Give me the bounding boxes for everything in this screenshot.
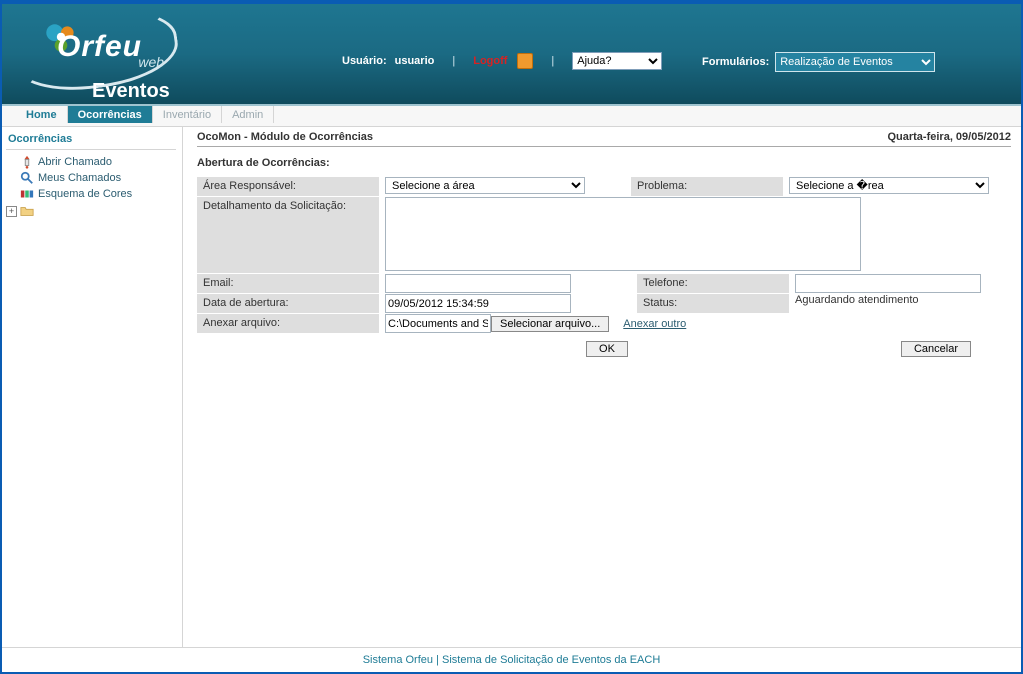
area-select[interactable]: Selecione a área	[385, 177, 585, 194]
sidebar-item-label: Meus Chamados	[38, 172, 121, 184]
help-select[interactable]: Ajuda?	[572, 52, 662, 70]
logo-main-text: Orfeu	[57, 30, 142, 63]
sidebar-item-esquema-cores[interactable]: Esquema de Cores	[6, 186, 176, 202]
footer-left: Sistema Orfeu	[363, 654, 433, 666]
sidebar-item-meus-chamados[interactable]: Meus Chamados	[6, 170, 176, 186]
search-icon	[20, 171, 34, 185]
module-title: OcoMon - Módulo de Ocorrências	[197, 131, 373, 143]
data-abertura-input[interactable]	[385, 294, 571, 313]
footer-right: Sistema de Solicitação de Eventos da EAC…	[442, 654, 660, 666]
page-date: Quarta-feira, 09/05/2012	[887, 131, 1011, 143]
folder-icon	[20, 204, 34, 218]
plus-icon: +	[6, 206, 17, 217]
ok-button[interactable]: OK	[586, 341, 628, 357]
label-anexar: Anexar arquivo:	[197, 314, 379, 333]
palette-icon	[20, 187, 34, 201]
detalhamento-textarea[interactable]	[385, 197, 861, 271]
user-value: usuario	[395, 55, 435, 67]
label-detalhamento: Detalhamento da Solicitação:	[197, 197, 379, 273]
sidebar-folder-toggle[interactable]: +	[6, 202, 176, 218]
footer: Sistema Orfeu | Sistema de Solicitação d…	[2, 647, 1021, 672]
tab-home[interactable]: Home	[16, 106, 68, 123]
sidebar-item-abrir-chamado[interactable]: Abrir Chamado	[6, 154, 176, 170]
label-email: Email:	[197, 274, 379, 293]
tab-inventario[interactable]: Inventário	[153, 106, 222, 123]
sidebar-item-label: Esquema de Cores	[38, 188, 132, 200]
status-value: Aguardando atendimento	[795, 294, 919, 306]
label-data-abertura: Data de abertura:	[197, 294, 379, 313]
telefone-input[interactable]	[795, 274, 981, 293]
sidebar-item-label: Abrir Chamado	[38, 156, 112, 168]
formularios-select[interactable]: Realização de Eventos	[775, 52, 935, 72]
user-label: Usuário:	[342, 55, 387, 67]
ticket-icon	[20, 155, 34, 169]
label-problema: Problema:	[631, 177, 783, 196]
section-title: Abertura de Ocorrências:	[197, 157, 1011, 169]
file-path-input[interactable]	[385, 314, 491, 333]
logo-sub-text: web	[138, 54, 164, 70]
sidebar-title: Ocorrências	[6, 131, 176, 150]
label-telefone: Telefone:	[637, 274, 789, 293]
anexar-outro-link[interactable]: Anexar outro	[609, 318, 686, 330]
tab-ocorrencias[interactable]: Ocorrências	[68, 106, 153, 123]
label-area: Área Responsável:	[197, 177, 379, 196]
tab-admin[interactable]: Admin	[222, 106, 274, 123]
label-status: Status:	[637, 294, 789, 313]
formularios-label: Formulários:	[702, 56, 769, 68]
problema-select[interactable]: Selecione a �rea	[789, 177, 989, 194]
email-input[interactable]	[385, 274, 571, 293]
cancel-button[interactable]: Cancelar	[901, 341, 971, 357]
logo-module-text: Eventos	[92, 80, 170, 103]
browse-button[interactable]: Selecionar arquivo...	[491, 316, 609, 332]
logoff-icon[interactable]	[517, 53, 533, 69]
logoff-link[interactable]: Logoff	[473, 55, 507, 67]
